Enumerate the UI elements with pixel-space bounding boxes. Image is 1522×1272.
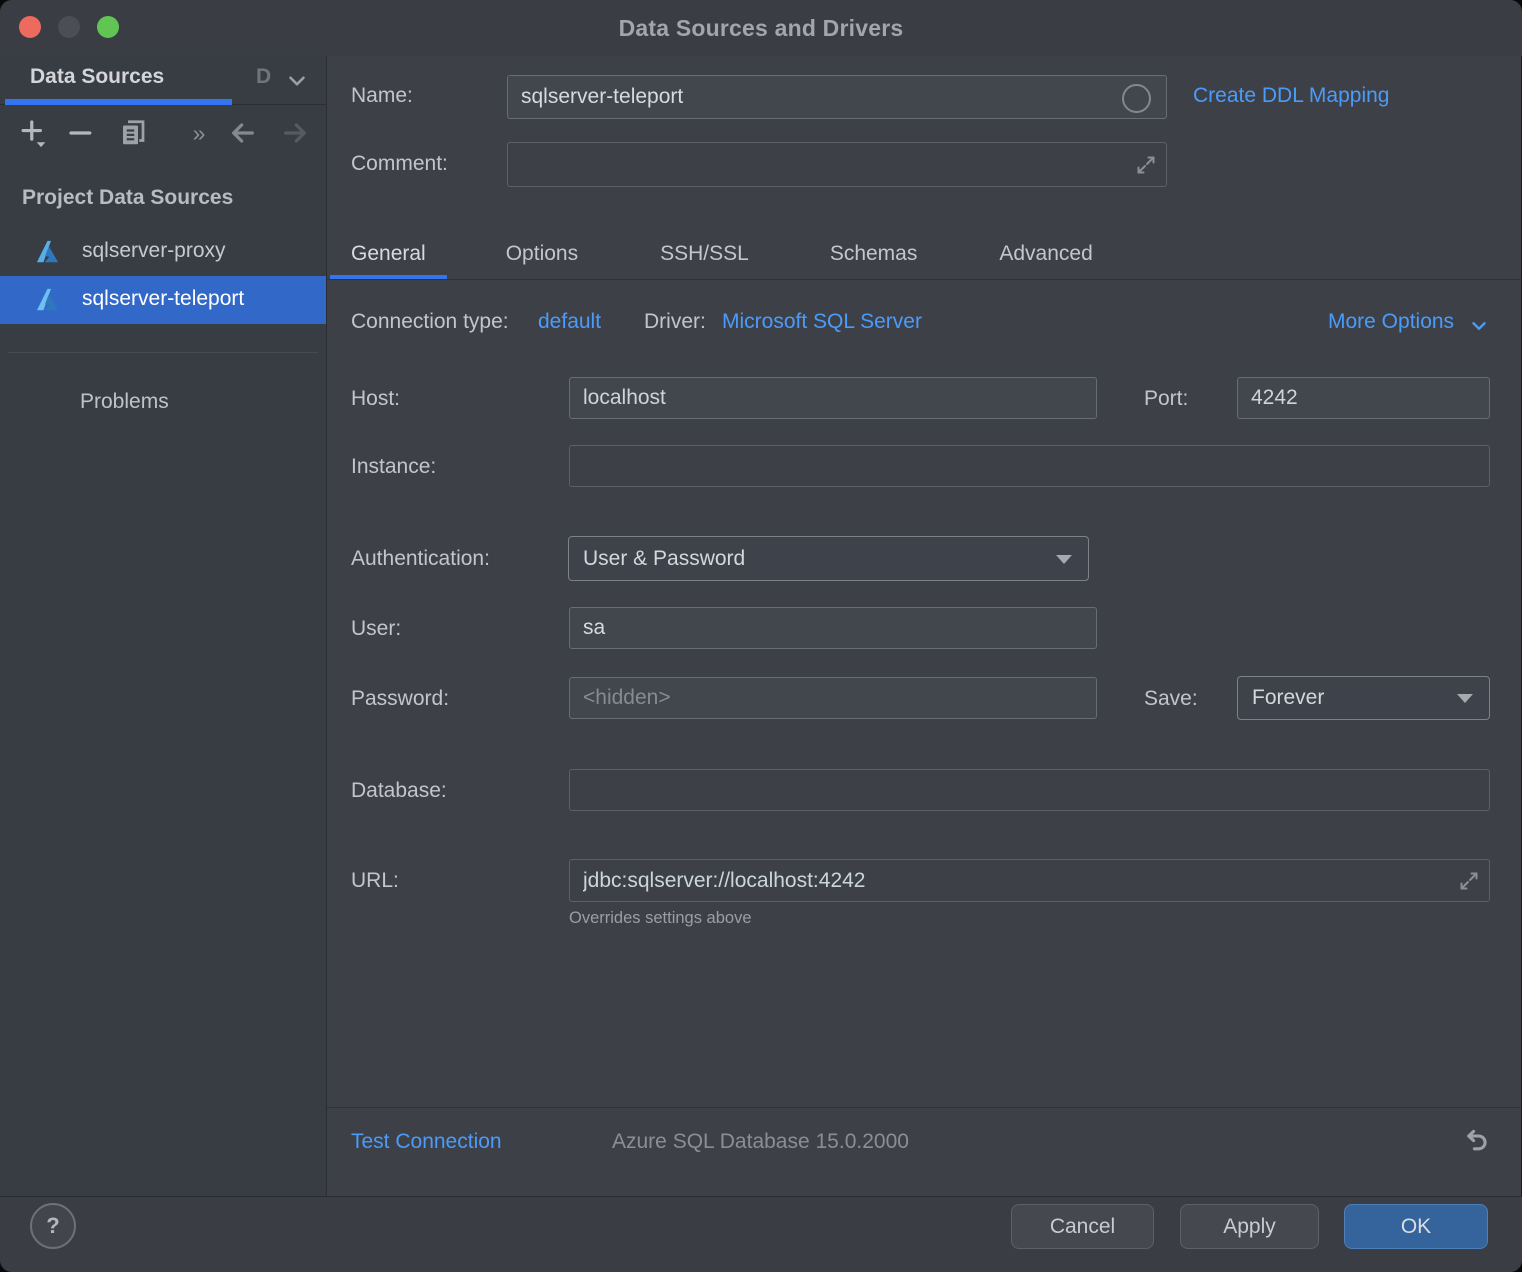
undo-icon[interactable] xyxy=(1460,1126,1492,1163)
ok-button[interactable]: OK xyxy=(1344,1204,1488,1249)
driver-value-link[interactable]: Microsoft SQL Server xyxy=(722,310,922,334)
instance-input[interactable] xyxy=(569,445,1490,487)
zoom-button[interactable] xyxy=(97,16,119,38)
apply-button[interactable]: Apply xyxy=(1180,1204,1319,1249)
name-label: Name: xyxy=(351,84,413,108)
port-label: Port: xyxy=(1144,387,1188,411)
tab-bar: General Options SSH/SSL Schemas Advanced xyxy=(330,228,1123,279)
instance-label: Instance: xyxy=(351,455,436,479)
create-ddl-mapping-link[interactable]: Create DDL Mapping xyxy=(1193,84,1390,108)
add-data-source-button[interactable] xyxy=(16,116,50,150)
more-options-link[interactable]: More Options xyxy=(1328,310,1454,334)
divider xyxy=(327,279,1522,280)
tab-ssh-ssl[interactable]: SSH/SSL xyxy=(639,228,770,279)
active-tab-underline xyxy=(5,99,232,105)
port-input[interactable] xyxy=(1237,377,1490,419)
bottom-bar: ? Cancel Apply OK xyxy=(0,1196,1522,1272)
tab-schemas[interactable]: Schemas xyxy=(809,228,939,279)
help-button[interactable]: ? xyxy=(30,1203,76,1249)
url-label: URL: xyxy=(351,869,399,893)
divider xyxy=(8,352,318,353)
sidebar-toolbar: » xyxy=(0,114,326,154)
save-value: Forever xyxy=(1252,686,1324,710)
dropdown-caret-icon xyxy=(1457,694,1473,703)
database-label: Database: xyxy=(351,779,447,803)
sidebar: Data Sources D » xyxy=(0,56,327,1196)
back-icon[interactable] xyxy=(226,116,260,150)
password-input[interactable] xyxy=(569,677,1097,719)
connection-type-value-link[interactable]: default xyxy=(538,310,601,334)
name-input[interactable] xyxy=(507,75,1167,119)
comment-label: Comment: xyxy=(351,152,448,176)
dropdown-caret-icon xyxy=(1056,555,1072,564)
divider xyxy=(327,1107,1522,1108)
chevron-down-icon[interactable] xyxy=(284,68,310,99)
connection-type-label: Connection type: xyxy=(351,310,509,334)
chevron-down-icon[interactable] xyxy=(1468,315,1490,342)
window-title: Data Sources and Drivers xyxy=(619,15,904,42)
datasource-item-sqlserver-proxy[interactable]: sqlserver-proxy xyxy=(0,228,326,276)
driver-label: Driver: xyxy=(644,310,706,334)
project-data-sources-header: Project Data Sources xyxy=(22,186,233,210)
datasource-label: sqlserver-teleport xyxy=(82,287,244,311)
user-input[interactable] xyxy=(569,607,1097,649)
user-label: User: xyxy=(351,617,401,641)
more-actions-icon[interactable]: » xyxy=(182,116,216,150)
tab-drivers-clipped[interactable]: D xyxy=(256,65,271,89)
save-label: Save: xyxy=(1144,687,1198,711)
remove-data-source-button[interactable] xyxy=(64,116,98,150)
sidebar-header: Data Sources D xyxy=(0,56,326,105)
url-hint: Overrides settings above xyxy=(569,909,752,928)
duplicate-icon[interactable] xyxy=(116,116,150,150)
datasource-label: sqlserver-proxy xyxy=(82,239,226,263)
save-select[interactable]: Forever xyxy=(1237,676,1490,720)
problems-link[interactable]: Problems xyxy=(80,390,169,414)
minimize-button[interactable] xyxy=(58,16,80,38)
cancel-button[interactable]: Cancel xyxy=(1011,1204,1154,1249)
host-label: Host: xyxy=(351,387,400,411)
expand-icon[interactable] xyxy=(1134,153,1158,177)
authentication-select[interactable]: User & Password xyxy=(568,536,1089,581)
dialog-window: Data Sources and Drivers Data Sources D … xyxy=(0,0,1522,1272)
tab-data-sources[interactable]: Data Sources xyxy=(30,65,164,89)
authentication-label: Authentication: xyxy=(351,547,490,571)
host-input[interactable] xyxy=(569,377,1097,419)
server-version-text: Azure SQL Database 15.0.2000 xyxy=(612,1130,909,1154)
tab-advanced[interactable]: Advanced xyxy=(978,228,1113,279)
titlebar: Data Sources and Drivers xyxy=(0,0,1522,56)
tab-general[interactable]: General xyxy=(330,228,447,279)
forward-icon[interactable] xyxy=(278,116,312,150)
loading-spinner-icon xyxy=(1122,84,1151,113)
comment-input[interactable] xyxy=(507,142,1167,187)
close-button[interactable] xyxy=(19,16,41,38)
azure-sql-icon xyxy=(34,286,61,318)
datasource-item-sqlserver-teleport[interactable]: sqlserver-teleport xyxy=(0,276,326,324)
expand-icon[interactable] xyxy=(1457,869,1481,893)
test-connection-link[interactable]: Test Connection xyxy=(351,1130,502,1154)
authentication-value: User & Password xyxy=(583,547,745,571)
azure-sql-icon xyxy=(34,238,61,270)
password-label: Password: xyxy=(351,687,449,711)
database-input[interactable] xyxy=(569,769,1490,811)
url-input[interactable] xyxy=(569,859,1490,902)
tab-options[interactable]: Options xyxy=(485,228,599,279)
